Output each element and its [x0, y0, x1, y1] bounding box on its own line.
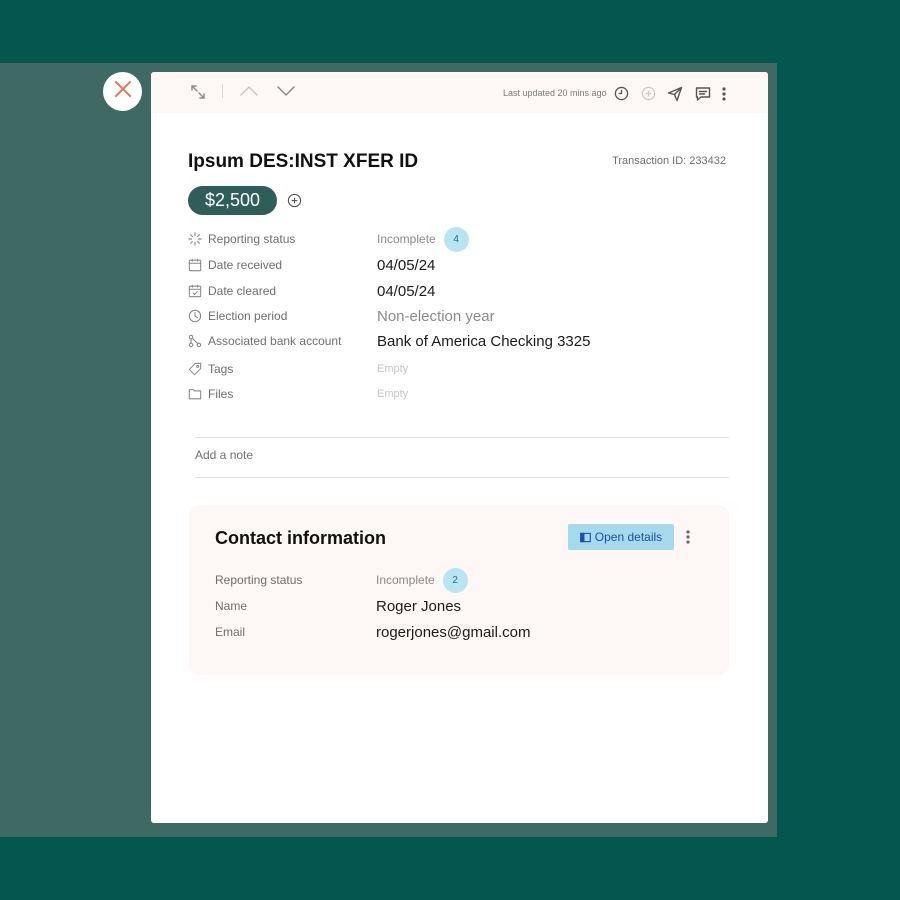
contact-label: Email [215, 625, 246, 639]
toolbar-divider [222, 84, 223, 98]
files-value[interactable]: Empty [377, 388, 408, 400]
transaction-panel: Last updated 20 mins ago Ipsum DES:INST … [151, 72, 768, 823]
loading-icon [187, 231, 203, 247]
history-icon[interactable] [613, 85, 629, 101]
property-files: Files Empty [187, 384, 727, 404]
contact-email-value[interactable]: rogerjones@gmail.com [376, 624, 530, 641]
open-details-button[interactable]: Open details [568, 524, 674, 550]
property-label: Date cleared [208, 284, 277, 298]
comment-icon[interactable] [694, 85, 711, 102]
contact-email: Email rogerjones@gmail.com [215, 621, 695, 643]
chevron-down-icon[interactable] [276, 82, 296, 100]
add-circle-icon[interactable] [640, 85, 656, 101]
property-date-cleared: Date cleared 04/05/24 [187, 281, 727, 301]
date-received-value[interactable]: 04/05/24 [377, 257, 435, 274]
last-updated-text: Last updated 20 mins ago [503, 88, 607, 98]
property-date-received: Date received 04/05/24 [187, 255, 727, 275]
contact-card: Contact information Open details Reporti… [189, 505, 729, 675]
folder-icon [187, 386, 203, 402]
reporting-status-value: Incomplete [377, 232, 436, 246]
contact-value[interactable]: Incomplete 2 [376, 567, 468, 593]
property-reporting-status: Reporting status Incomplete 4 [187, 226, 727, 252]
property-label: Election period [208, 309, 288, 323]
divider [195, 477, 729, 478]
close-button[interactable] [103, 72, 142, 111]
expand-icon[interactable] [189, 83, 207, 101]
send-icon[interactable] [666, 85, 683, 102]
calendar-icon [187, 257, 203, 273]
property-label: Reporting status [208, 232, 296, 246]
add-note-input[interactable]: Add a note [195, 448, 253, 462]
panel-icon [579, 532, 591, 543]
tags-value[interactable]: Empty [377, 363, 408, 375]
property-label: Tags [208, 362, 234, 376]
date-cleared-value[interactable]: 04/05/24 [377, 283, 435, 300]
add-circle-icon [287, 193, 302, 212]
count-badge: 2 [442, 567, 468, 593]
add-amount-button[interactable] [287, 193, 302, 213]
amount-value: $2,500 [204, 190, 261, 210]
amount-pill: $2,500 [188, 186, 277, 215]
property-label: Date received [208, 258, 283, 272]
election-period-value[interactable]: Non-election year [377, 308, 495, 325]
property-election-period: Election period Non-election year [187, 306, 727, 326]
more-vertical-icon [686, 530, 690, 549]
open-details-label: Open details [594, 530, 663, 544]
panel-toolbar: Last updated 20 mins ago [151, 72, 768, 113]
contact-status-value: Incomplete [376, 573, 435, 587]
count-badge: 4 [443, 226, 469, 252]
property-label: Associated bank account [208, 334, 342, 348]
contact-name-value[interactable]: Roger Jones [376, 598, 461, 615]
contact-name: Name Roger Jones [215, 595, 695, 617]
contact-reporting-status: Reporting status Incomplete 2 [215, 567, 695, 593]
divider [195, 437, 729, 438]
clock-icon [187, 308, 203, 324]
close-icon [114, 80, 132, 103]
bank-account-value[interactable]: Bank of America Checking 3325 [377, 333, 590, 350]
contact-card-title: Contact information [215, 528, 386, 548]
transaction-title: Ipsum DES:INST XFER ID [188, 151, 419, 172]
property-value[interactable]: Incomplete 4 [377, 226, 469, 252]
calendar-check-icon [187, 283, 203, 299]
property-label: Files [208, 387, 234, 401]
branch-icon [187, 333, 203, 349]
tag-icon [187, 361, 203, 377]
property-bank-account: Associated bank account Bank of America … [187, 331, 727, 351]
contact-more-button[interactable] [686, 529, 690, 550]
property-tags: Tags Empty [187, 359, 727, 379]
chevron-up-icon[interactable] [239, 82, 259, 100]
more-vertical-icon[interactable] [718, 85, 730, 102]
transaction-id: Transaction ID: 233432 [612, 155, 726, 167]
contact-label: Name [215, 599, 248, 613]
contact-label: Reporting status [215, 573, 303, 587]
